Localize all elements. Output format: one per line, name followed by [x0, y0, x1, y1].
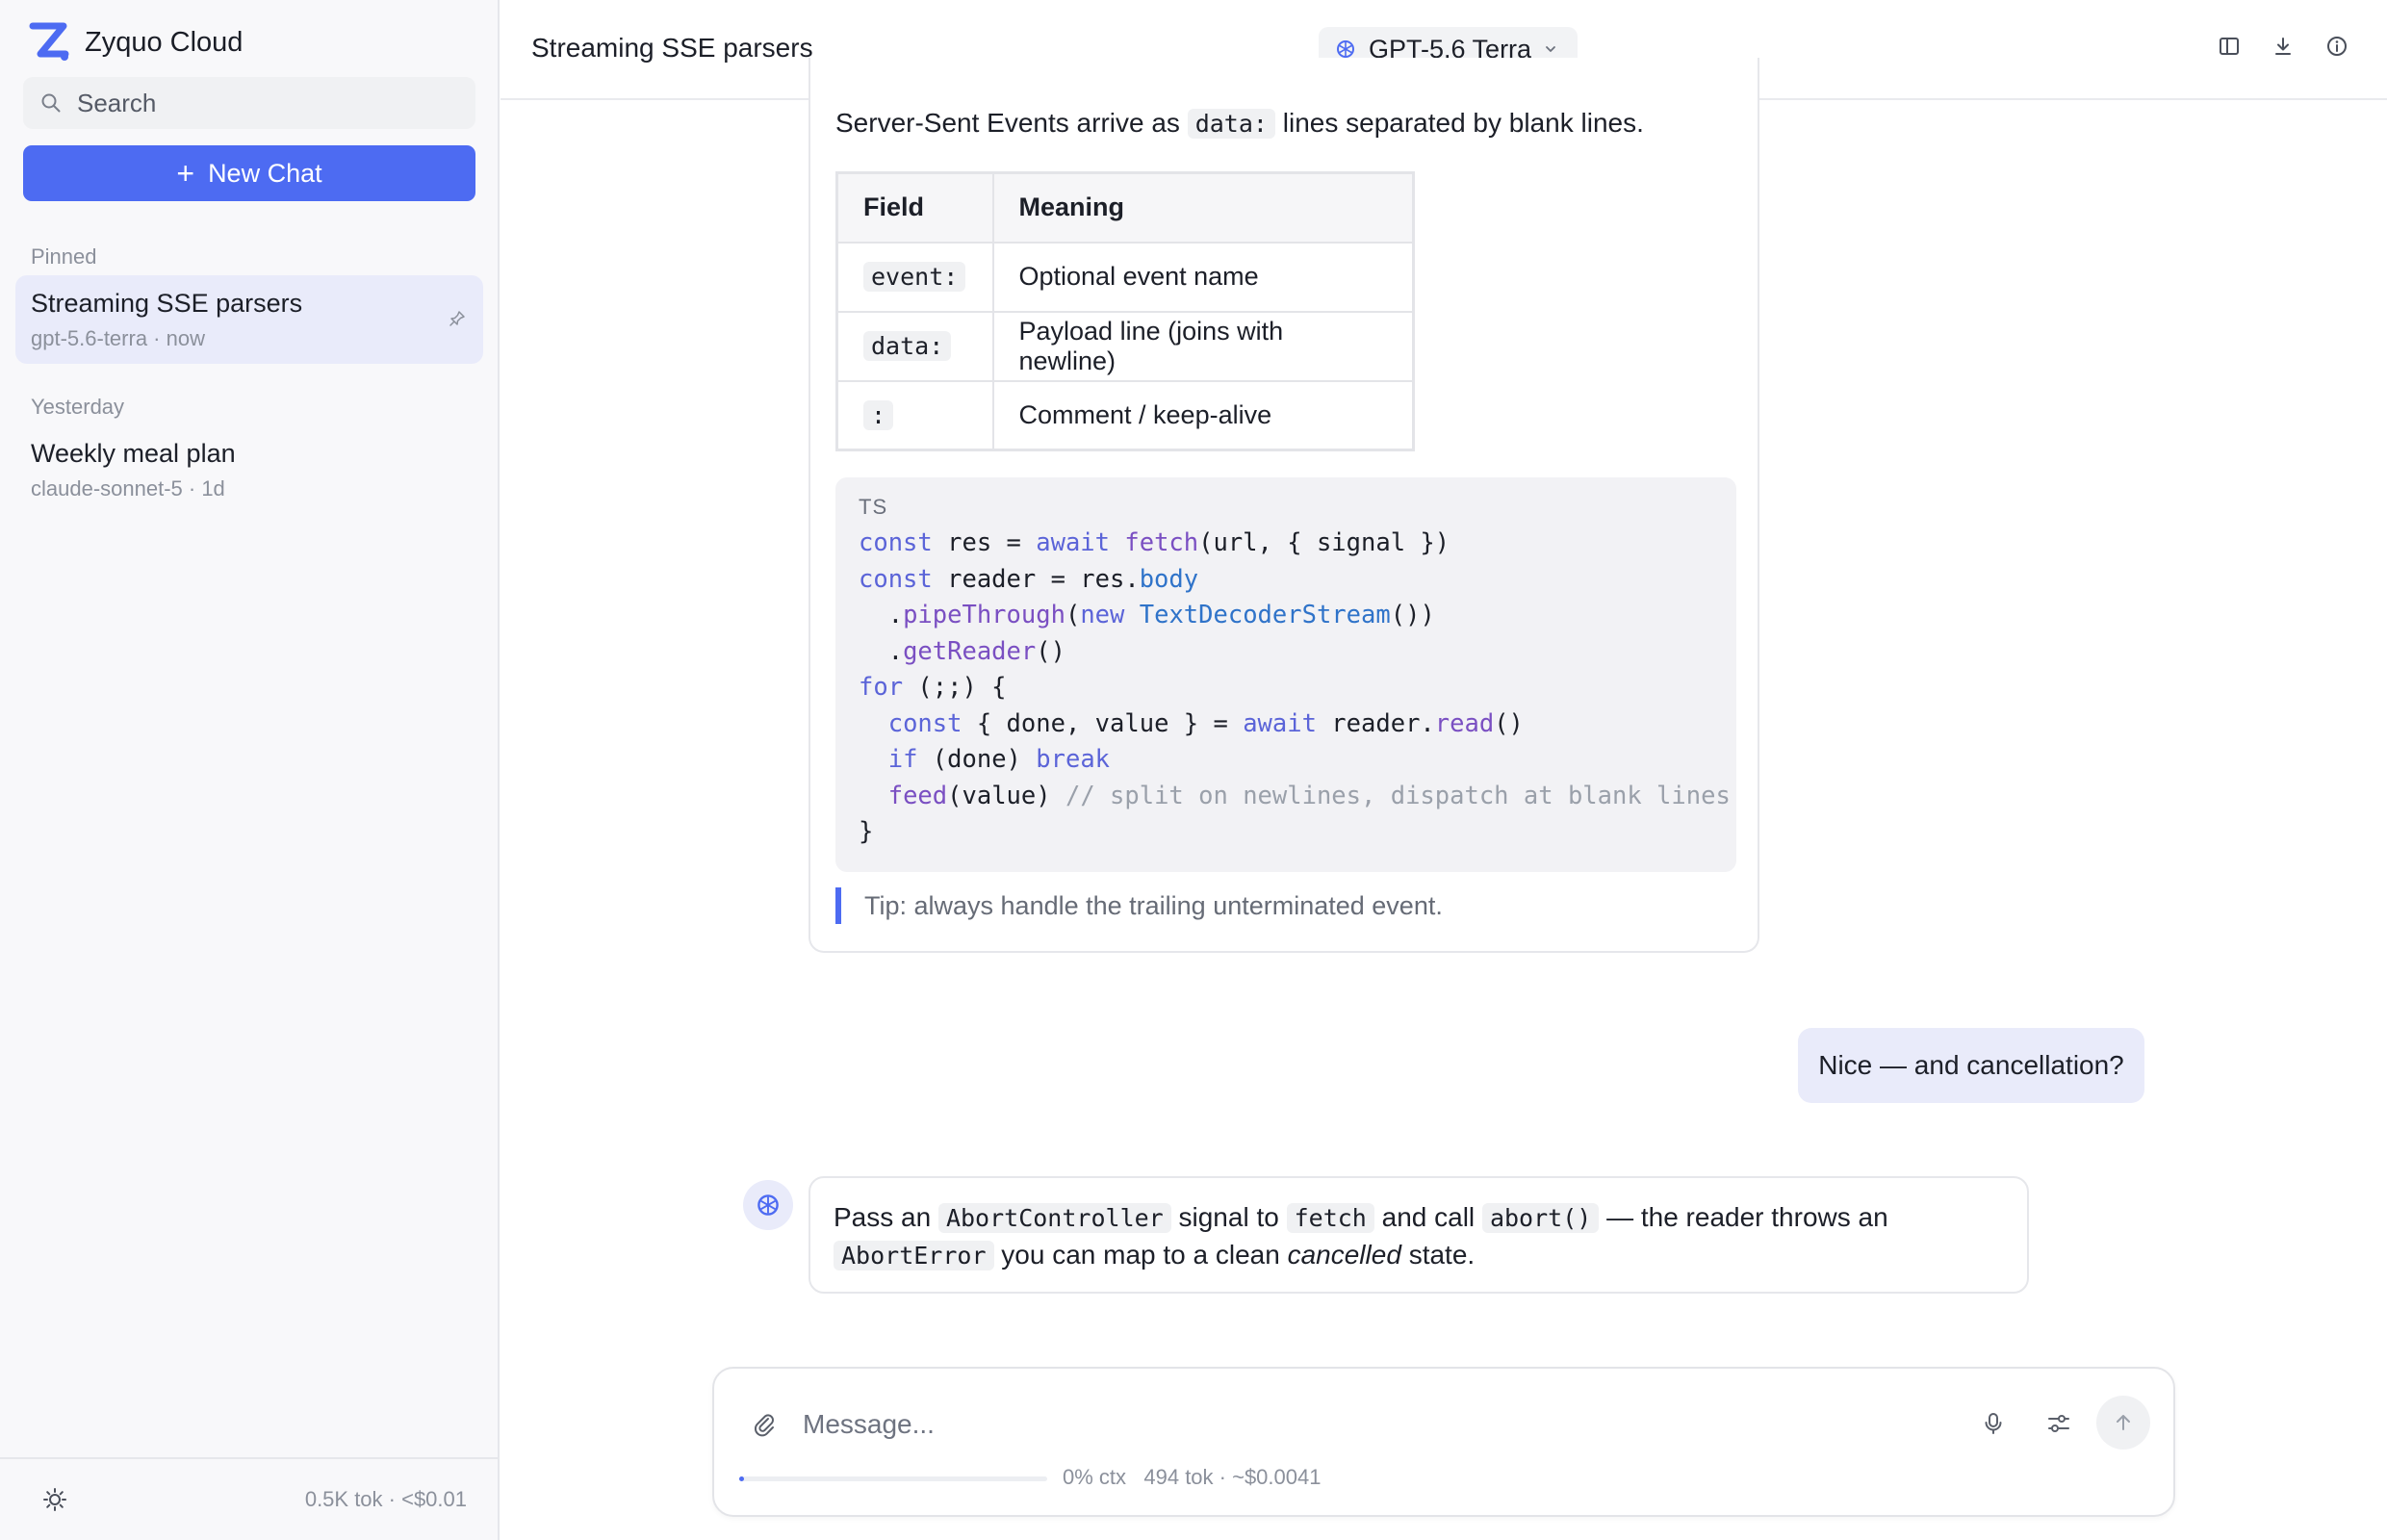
code-line: if (done) break [887, 745, 1111, 774]
zyquo-logo-icon [29, 22, 69, 61]
new-chat-label: New Chat [208, 158, 322, 188]
plus-icon: + [176, 156, 195, 191]
inline-code: AbortError [834, 1241, 994, 1270]
microphone-icon[interactable] [1981, 1411, 2006, 1436]
code-line: feed(value) // split on newlines, dispat… [887, 781, 1731, 810]
intro-text: lines separated by blank lines. [1282, 108, 1644, 138]
inline-code: abort() [1481, 1203, 1600, 1233]
sidebar: Zyquo Cloud Search + New Chat Pinned Str… [0, 0, 500, 1540]
code-line: const reader = res.body [859, 564, 1199, 594]
inline-code: data: [1187, 109, 1275, 139]
code-line: .pipeThrough(new TextDecoderStream()) [859, 601, 1435, 629]
conversation-title: Streaming SSE parsers [31, 289, 303, 318]
table-cell: data: [835, 310, 994, 382]
table-row: : Comment / keep-alive [835, 379, 1415, 451]
table-cell: event: [835, 241, 994, 313]
code-block[interactable]: TS const res = await fetch(url, { signal… [835, 477, 1736, 872]
text: signal to [1178, 1202, 1279, 1232]
table-row: data: Payload line (joins with newline) [835, 310, 1415, 382]
search-input[interactable]: Search [23, 77, 475, 129]
conversation-meta: claude-sonnet-5 · 1d [31, 476, 225, 500]
code-line: const { done, value } = await reader.rea… [887, 708, 1524, 738]
code-line: } [859, 817, 874, 846]
emphasis-text: cancelled [1287, 1240, 1401, 1270]
table-header-cell: Meaning [991, 171, 1415, 244]
code-line: .getReader() [859, 636, 1065, 666]
intro-text: Server-Sent Events arrive as [835, 108, 1180, 138]
model-icon [1337, 40, 1354, 58]
pin-icon[interactable] [449, 310, 466, 327]
settings-sliders-icon[interactable] [2046, 1411, 2071, 1436]
conversation-item-weekly-meal-plan[interactable]: Weekly meal plan claude-sonnet-5 · 1d [15, 425, 483, 514]
fields-table: Field Meaning event: Optional event name… [835, 171, 1415, 451]
new-chat-button[interactable]: + New Chat [23, 145, 475, 201]
sidebar-footer: 0.5K tok · <$0.01 [0, 1457, 498, 1540]
assistant-message: Server-Sent Events arrive as data: lines… [808, 58, 1759, 953]
assistant-message: Pass an AbortController signal to fetch … [808, 1176, 2029, 1294]
context-usage-fill [739, 1476, 744, 1481]
text: and call [1381, 1202, 1476, 1232]
text: Pass an [834, 1202, 932, 1232]
top-actions [2218, 35, 2348, 58]
info-icon[interactable] [2325, 35, 2348, 58]
message-intro: Server-Sent Events arrive as data: lines… [835, 108, 1644, 139]
conversation-item-streaming-sse[interactable]: Streaming SSE parsers gpt-5.6-terra · no… [15, 275, 483, 364]
download-icon[interactable] [2272, 35, 2295, 58]
conversation-title-heading: Streaming SSE parsers [531, 33, 813, 63]
inline-code: data: [863, 331, 952, 361]
split-view-icon[interactable] [2218, 35, 2241, 58]
conversation-title: Weekly meal plan [31, 439, 236, 468]
table-cell: Payload line (joins with newline) [991, 310, 1415, 382]
text: state. [1408, 1240, 1476, 1270]
section-label-pinned: Pinned [31, 244, 97, 269]
code-line: for (;;) { [859, 673, 1007, 702]
table-cell: Optional event name [991, 241, 1415, 313]
message-composer: 0% ctx 494 tok · ~$0.0041 [712, 1367, 2175, 1517]
message-input[interactable] [803, 1403, 1861, 1446]
code-language-label: TS [859, 495, 888, 519]
context-percent: 0% ctx [1063, 1465, 1127, 1489]
inline-code: fetch [1286, 1203, 1374, 1233]
context-usage-text: 0% ctx 494 tok · ~$0.0041 [1063, 1465, 1321, 1490]
inline-code: : [863, 399, 894, 430]
attach-icon[interactable] [751, 1411, 778, 1438]
tip-callout: Tip: always handle the trailing untermin… [835, 887, 1443, 924]
context-usage-bar [739, 1476, 1047, 1481]
conversation-meta: gpt-5.6-terra · now [31, 326, 205, 350]
inline-code: event: [863, 262, 966, 292]
theme-toggle-icon[interactable] [42, 1487, 67, 1512]
arrow-up-icon [2117, 1415, 2130, 1430]
user-message: Nice — and cancellation? [1798, 1028, 2144, 1103]
model-icon [757, 1194, 779, 1216]
text: — the reader throws an [1606, 1202, 1888, 1232]
brand[interactable]: Zyquo Cloud [29, 21, 243, 64]
table-header-row: Field Meaning [835, 171, 1415, 244]
search-icon [41, 93, 61, 113]
search-label: Search [77, 88, 157, 117]
text: you can map to a clean [1001, 1240, 1280, 1270]
table-cell: : [835, 379, 994, 451]
token-cost: 494 tok · ~$0.0041 [1143, 1465, 1322, 1489]
chevron-down-icon [1546, 46, 1555, 52]
app-name: Zyquo Cloud [85, 26, 244, 58]
section-label-yesterday: Yesterday [31, 395, 125, 419]
table-cell: Comment / keep-alive [991, 379, 1415, 451]
code-content: const res = await fetch(url, { signal })… [859, 526, 1731, 851]
inline-code: AbortController [937, 1203, 1171, 1233]
table-row: event: Optional event name [835, 241, 1415, 313]
usage-summary: 0.5K tok · <$0.01 [304, 1487, 467, 1511]
send-button[interactable] [2096, 1396, 2150, 1450]
assistant-avatar [743, 1180, 793, 1230]
code-line: const res = await fetch(url, { signal }) [859, 528, 1450, 557]
table-header-cell: Field [835, 171, 994, 244]
